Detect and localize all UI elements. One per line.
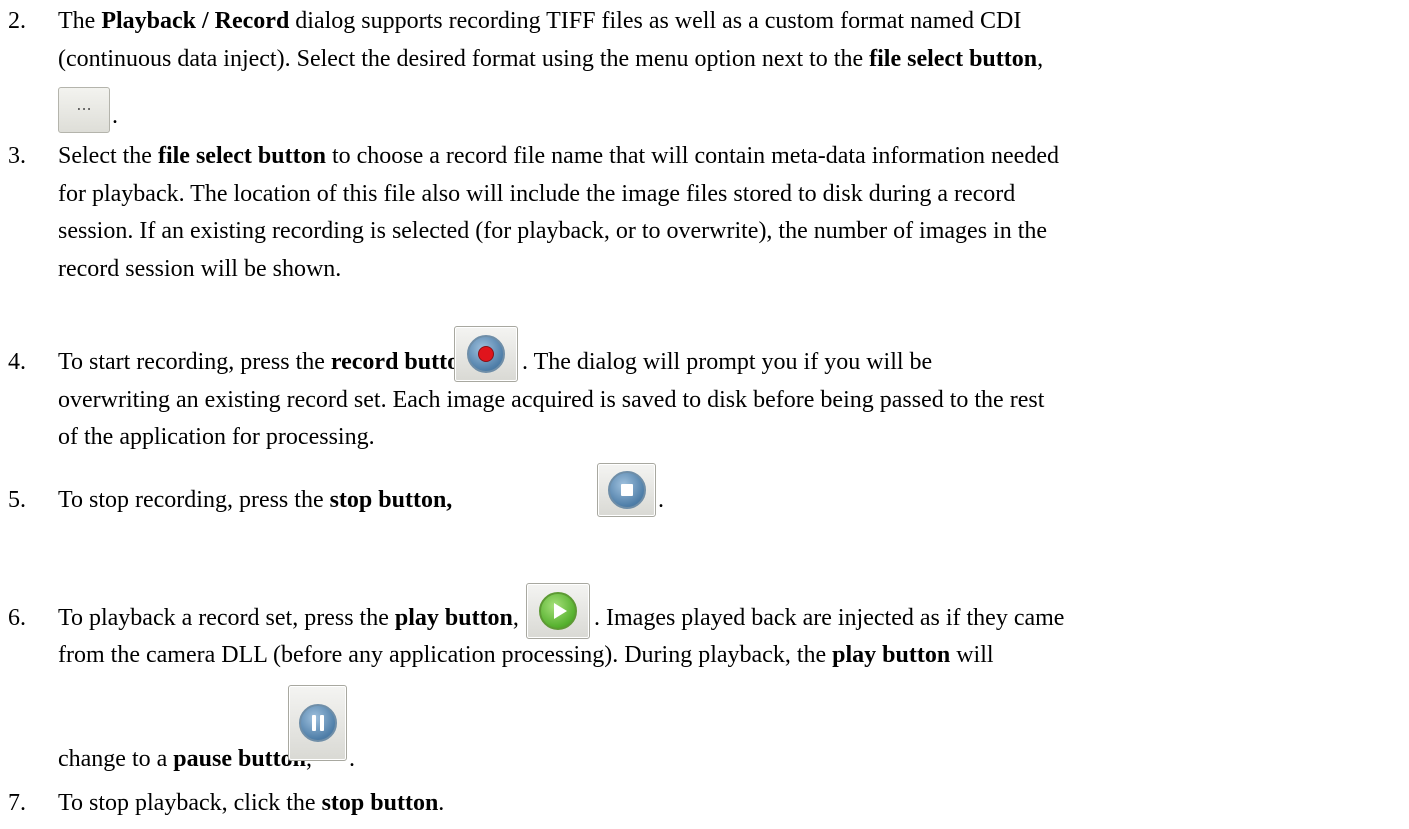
item-6-line-2: from the camera DLL (before any applicat…	[58, 642, 994, 668]
item-4-line-3: of the application for processing.	[58, 424, 375, 450]
play-button-image	[526, 583, 590, 639]
item-6-line-3: change to a pause button,	[58, 746, 312, 772]
item-6-line-1-end: . Images played back are injected as if …	[594, 605, 1065, 631]
item-3-line-1: Select the file select button to choose …	[58, 143, 1059, 169]
item-2-line-1: The Playback / Record dialog supports re…	[58, 8, 1022, 34]
ellipsis-icon: ...	[76, 95, 92, 114]
item-6-number: 6.	[8, 605, 26, 631]
item-3-line-4: record session will be shown.	[58, 256, 342, 282]
item-2-line-3: .	[112, 103, 118, 129]
item-2-line-2: (continuous data inject). Select the des…	[58, 46, 1044, 72]
stop-icon	[607, 471, 646, 509]
play-icon	[539, 592, 577, 630]
record-icon	[467, 335, 505, 373]
stop-button-image	[597, 463, 656, 517]
item-3-line-2: for playback. The location of this file …	[58, 181, 1016, 207]
pause-button-image	[288, 685, 347, 761]
item-6-line-3-end: .	[349, 746, 355, 772]
item-7-number: 7.	[8, 790, 26, 816]
item-4-line-1: To start recording, press the record but…	[58, 349, 478, 375]
item-4-number: 4.	[8, 349, 26, 375]
file-select-button-image: ...	[58, 87, 110, 133]
record-button-image	[454, 326, 518, 382]
item-2-number: 2.	[8, 8, 26, 34]
item-5-number: 5.	[8, 487, 26, 513]
item-7-line-1: To stop playback, click the stop button.	[58, 790, 445, 816]
item-4-line-2: overwriting an existing record set. Each…	[58, 387, 1045, 413]
item-5-line-1-end: .	[658, 487, 664, 513]
item-4-line-1-end: . The dialog will prompt you if you will…	[522, 349, 933, 375]
item-3-number: 3.	[8, 143, 26, 169]
item-5-line-1: To stop recording, press the stop button…	[58, 487, 453, 513]
item-6-line-1: To playback a record set, press the play…	[58, 605, 519, 631]
pause-icon	[298, 704, 337, 742]
item-3-line-3: session. If an existing recording is sel…	[58, 218, 1048, 244]
